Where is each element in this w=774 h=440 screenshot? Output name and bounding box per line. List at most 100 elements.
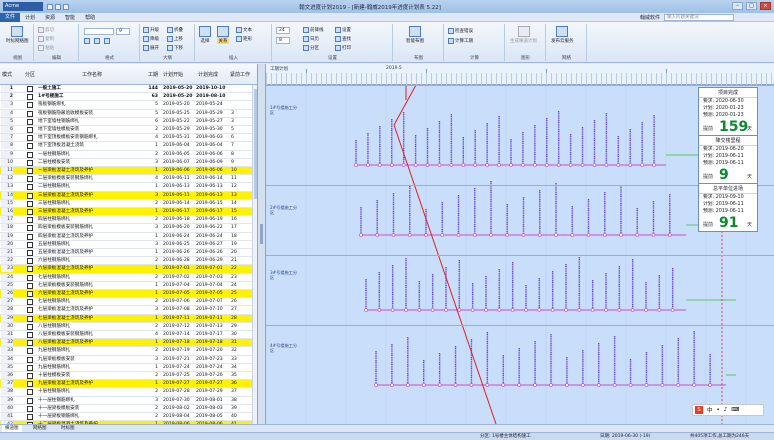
pane-splitter[interactable] (258, 64, 266, 424)
table-row[interactable]: 7 地下室顶板模板安装钢筋绑扎 4 2019-05-31 2019-06-03 6 (0, 134, 252, 143)
event-node[interactable] (375, 233, 380, 237)
task-end[interactable]: 2019-05-29 (196, 110, 228, 117)
menu-help[interactable]: 帮助 (80, 14, 100, 21)
task-end[interactable]: 2019-07-01 (196, 265, 228, 272)
table-row[interactable]: 12 二层梁板模板安装钢筋绑扎 4 2019-06-11 2019-06-14 11 (0, 175, 252, 184)
event-node[interactable] (651, 233, 656, 237)
row-checkbox[interactable] (27, 184, 33, 191)
task-duration[interactable]: 2 (148, 323, 158, 330)
table-row[interactable]: 4 筏板钢筋隐蔽验收模板安装 5 2019-05-25 2019-05-29 3 (0, 109, 252, 118)
tab-network[interactable]: 网络图 (30, 425, 50, 432)
row-checkbox[interactable] (27, 348, 33, 355)
task-name[interactable]: 八层梁板模板安装钢筋绑扎 (38, 331, 144, 338)
task-end[interactable]: 2019-06-06 (196, 167, 228, 174)
rect-button[interactable]: 矩形 (236, 36, 252, 42)
task-start[interactable]: 2019-06-04 (163, 142, 195, 149)
task-end[interactable]: 2019-06-06 (196, 151, 228, 158)
task-duration[interactable]: 2 (148, 413, 158, 420)
task-duration[interactable]: 1 (148, 142, 158, 149)
undo-icon[interactable] (55, 3, 61, 10)
task-end[interactable]: 2019-06-27 (196, 241, 228, 248)
table-row[interactable]: 38 十层柱钢筋绑扎 2 2019-07-28 2019-07-29 37 (0, 388, 252, 397)
task-name[interactable]: 地下室墙柱钢筋绑扎 (38, 118, 144, 125)
header-name[interactable]: 工作名称 (82, 71, 102, 78)
task-name[interactable]: 一层柱钢筋绑扎 (38, 151, 144, 158)
event-node[interactable] (604, 308, 608, 312)
task-duration[interactable]: 1 (148, 380, 158, 387)
task-predecessor[interactable]: 24 (231, 282, 245, 289)
task-duration[interactable]: 1 (148, 249, 158, 256)
task-predecessor[interactable]: 29 (231, 323, 245, 330)
event-node[interactable] (472, 233, 477, 237)
task-name[interactable]: 地下室墙柱模板安装 (38, 126, 144, 133)
table-row[interactable]: 21 五层梁板混凝土浇筑及养护 1 2019-06-26 2019-06-26 20 (0, 249, 252, 258)
event-node[interactable] (644, 383, 649, 387)
task-name[interactable]: 十一层梁板钢筋绑扎 (38, 413, 144, 420)
copy-button[interactable]: 复制 (38, 36, 54, 42)
task-start[interactable]: 2019-06-17 (163, 208, 195, 215)
task-name[interactable]: 一般土施工 (38, 85, 144, 92)
event-node[interactable] (510, 308, 515, 312)
event-node[interactable] (509, 163, 513, 167)
task-start[interactable]: 2019-06-28 (163, 257, 195, 264)
downgrade-button[interactable]: 降级 (143, 36, 159, 42)
task-end[interactable]: 2019-08-10 (196, 93, 228, 100)
task-name[interactable]: 五层梁板混凝土浇筑及养护 (38, 249, 144, 256)
event-node[interactable] (501, 383, 506, 387)
task-start[interactable]: 2019-06-24 (163, 233, 195, 240)
task-end[interactable]: 2019-07-20 (196, 347, 228, 354)
event-node[interactable] (390, 308, 395, 312)
row-checkbox[interactable] (27, 209, 33, 215)
event-node[interactable] (612, 383, 617, 387)
event-node[interactable] (413, 163, 418, 167)
task-end[interactable]: 2019-06-15 (196, 200, 228, 207)
event-node[interactable] (577, 308, 582, 312)
event-node[interactable] (484, 308, 488, 312)
task-name[interactable]: 九层柱钢筋绑扎 (38, 347, 144, 354)
row-checkbox[interactable] (27, 414, 33, 420)
task-predecessor[interactable]: 12 (231, 183, 245, 190)
task-start[interactable]: 2019-07-01 (163, 265, 195, 272)
task-start[interactable]: 2019-07-27 (163, 380, 195, 387)
row-checkbox[interactable] (27, 102, 33, 109)
task-predecessor[interactable]: 11 (231, 175, 245, 182)
task-start[interactable]: 2019-07-30 (163, 397, 195, 404)
task-start[interactable]: 2019-05-29 (163, 126, 195, 133)
task-end[interactable]: 2019-06-13 (196, 192, 228, 199)
task-start[interactable]: 2019-06-20 (163, 224, 195, 231)
event-node[interactable] (568, 163, 573, 167)
event-node[interactable] (630, 308, 635, 312)
task-name[interactable]: 七层柱钢筋绑扎 (38, 298, 144, 305)
task-duration[interactable]: 1 (148, 339, 158, 346)
text-button[interactable]: 文本 (236, 27, 252, 33)
task-duration[interactable]: 2 (148, 126, 158, 133)
table-row[interactable]: 13 二层柱钢筋绑扎 1 2019-06-13 2019-06-13 12 (0, 183, 252, 192)
row-checkbox[interactable] (27, 381, 33, 388)
redo-icon[interactable] (63, 3, 69, 10)
table-row[interactable]: 34 九层梁板模板安装 3 2019-07-21 2019-07-23 33 (0, 355, 252, 364)
task-start[interactable]: 2019-05-20 (163, 93, 195, 100)
row-checkbox[interactable] (27, 135, 33, 142)
task-name[interactable]: 筏板钢筋绑扎 (38, 101, 144, 108)
calendar-button[interactable]: 日历 (303, 36, 319, 42)
event-node[interactable] (667, 233, 672, 237)
event-node[interactable] (570, 233, 575, 237)
row-checkbox[interactable] (27, 233, 33, 240)
row-checkbox[interactable] (27, 250, 33, 256)
task-end[interactable]: 2019-07-26 (196, 372, 228, 379)
task-predecessor[interactable]: 28 (231, 315, 245, 322)
calc-duration-button[interactable]: 计算工期 (448, 38, 473, 44)
row-checkbox[interactable] (27, 192, 33, 199)
row-checkbox[interactable] (27, 94, 33, 101)
table-row[interactable]: 14 三层梁板混凝土浇筑及养护 3 2019-06-11 2019-06-13 13 (0, 191, 252, 200)
task-name[interactable]: 八层柱钢筋绑扎 (38, 323, 144, 330)
keyboard-icon[interactable]: ⌨ (731, 407, 739, 413)
event-node[interactable] (635, 233, 640, 237)
event-node[interactable] (470, 308, 475, 312)
task-duration[interactable]: 2 (148, 347, 158, 354)
task-predecessor[interactable]: 36 (231, 380, 245, 387)
ime-toolbar[interactable]: S 中 • ♪ ⌨ (692, 404, 764, 416)
event-node[interactable] (437, 383, 442, 387)
task-predecessor[interactable]: 33 (231, 356, 245, 363)
task-end[interactable]: 2019-07-24 (196, 364, 228, 371)
